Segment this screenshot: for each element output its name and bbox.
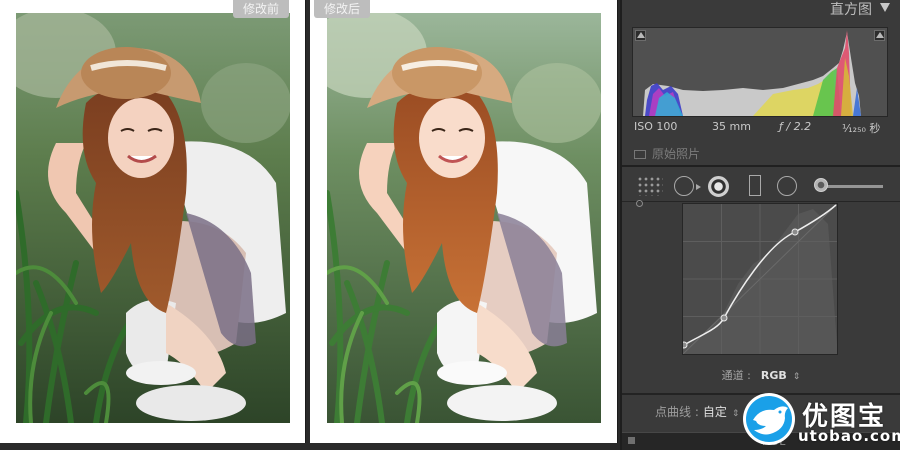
target-adjust-icon[interactable]	[636, 200, 643, 207]
point-curve-updown-icon[interactable]: ⇕	[732, 409, 740, 419]
point-curve-value[interactable]: 自定	[703, 405, 727, 419]
before-photo-frame: 修改前	[0, 0, 306, 443]
point-curve-label: 点曲线 :	[655, 405, 699, 419]
aperture-value: ƒ / 2.2	[779, 120, 812, 133]
shutter-speed-value: ¹⁄₁₂₅₀ 秒	[842, 122, 881, 135]
radial-filter-icon[interactable]	[777, 176, 797, 196]
curve-point	[791, 228, 799, 236]
grid-overlay-icon[interactable]	[637, 176, 663, 196]
collapse-triangle-icon[interactable]	[880, 3, 890, 12]
shadow-clipping-icon[interactable]	[635, 30, 646, 41]
channel-label: 通道 :	[721, 369, 751, 382]
original-photo-toggle[interactable]: 原始照片	[634, 145, 700, 162]
graduated-filter-icon[interactable]	[749, 175, 761, 196]
after-photo[interactable]	[327, 13, 601, 423]
tone-curve[interactable]	[680, 203, 838, 355]
point-curve-selector[interactable]: 点曲线 : 自定 ⇕	[655, 403, 739, 420]
crop-icon[interactable]	[674, 176, 701, 196]
histogram[interactable]	[632, 27, 888, 117]
histogram-title: 直方图	[830, 2, 872, 18]
watermark-url: utobao.com	[798, 427, 900, 445]
histogram-panel-header[interactable]: 直方图	[622, 0, 900, 21]
bird-logo-icon	[743, 393, 795, 445]
tool-strip	[622, 170, 900, 202]
highlight-clipping-icon[interactable]	[874, 30, 885, 41]
original-photo-checkbox-icon[interactable]	[634, 150, 646, 159]
curve-point	[680, 341, 688, 349]
lightroom-develop-window: 修改前 修改后 直方图 ISO 100 35 mm ƒ / 2.2 ¹⁄₁₂₅₀…	[0, 0, 900, 450]
adjustment-brush-slider-knob[interactable]	[814, 178, 828, 192]
channel-value[interactable]: RGB	[761, 369, 787, 382]
panel-divider	[622, 165, 900, 167]
develop-panel: 直方图 ISO 100 35 mm ƒ / 2.2 ¹⁄₁₂₅₀ 秒 原始照片 …	[620, 0, 900, 450]
before-photo[interactable]	[16, 13, 290, 423]
channel-updown-icon[interactable]: ⇕	[793, 372, 801, 382]
histogram-graph	[643, 30, 861, 116]
original-photo-label: 原始照片	[652, 147, 701, 161]
spot-removal-icon[interactable]	[708, 176, 729, 197]
iso-value: ISO 100	[634, 120, 678, 133]
before-after-preview: 修改前 修改后	[0, 0, 620, 450]
before-label: 修改前	[233, 0, 290, 18]
tone-curve-graph	[680, 203, 838, 355]
channel-selector[interactable]: 通道 : RGB ⇕	[622, 367, 900, 383]
curve-point	[720, 314, 728, 322]
panel-switch-icon[interactable]	[628, 437, 635, 444]
after-photo-frame: 修改后	[310, 0, 618, 443]
after-label: 修改后	[314, 0, 371, 18]
utobao-watermark: 优图宝 utobao.com	[740, 390, 900, 448]
focal-length-value: 35 mm	[712, 120, 751, 133]
